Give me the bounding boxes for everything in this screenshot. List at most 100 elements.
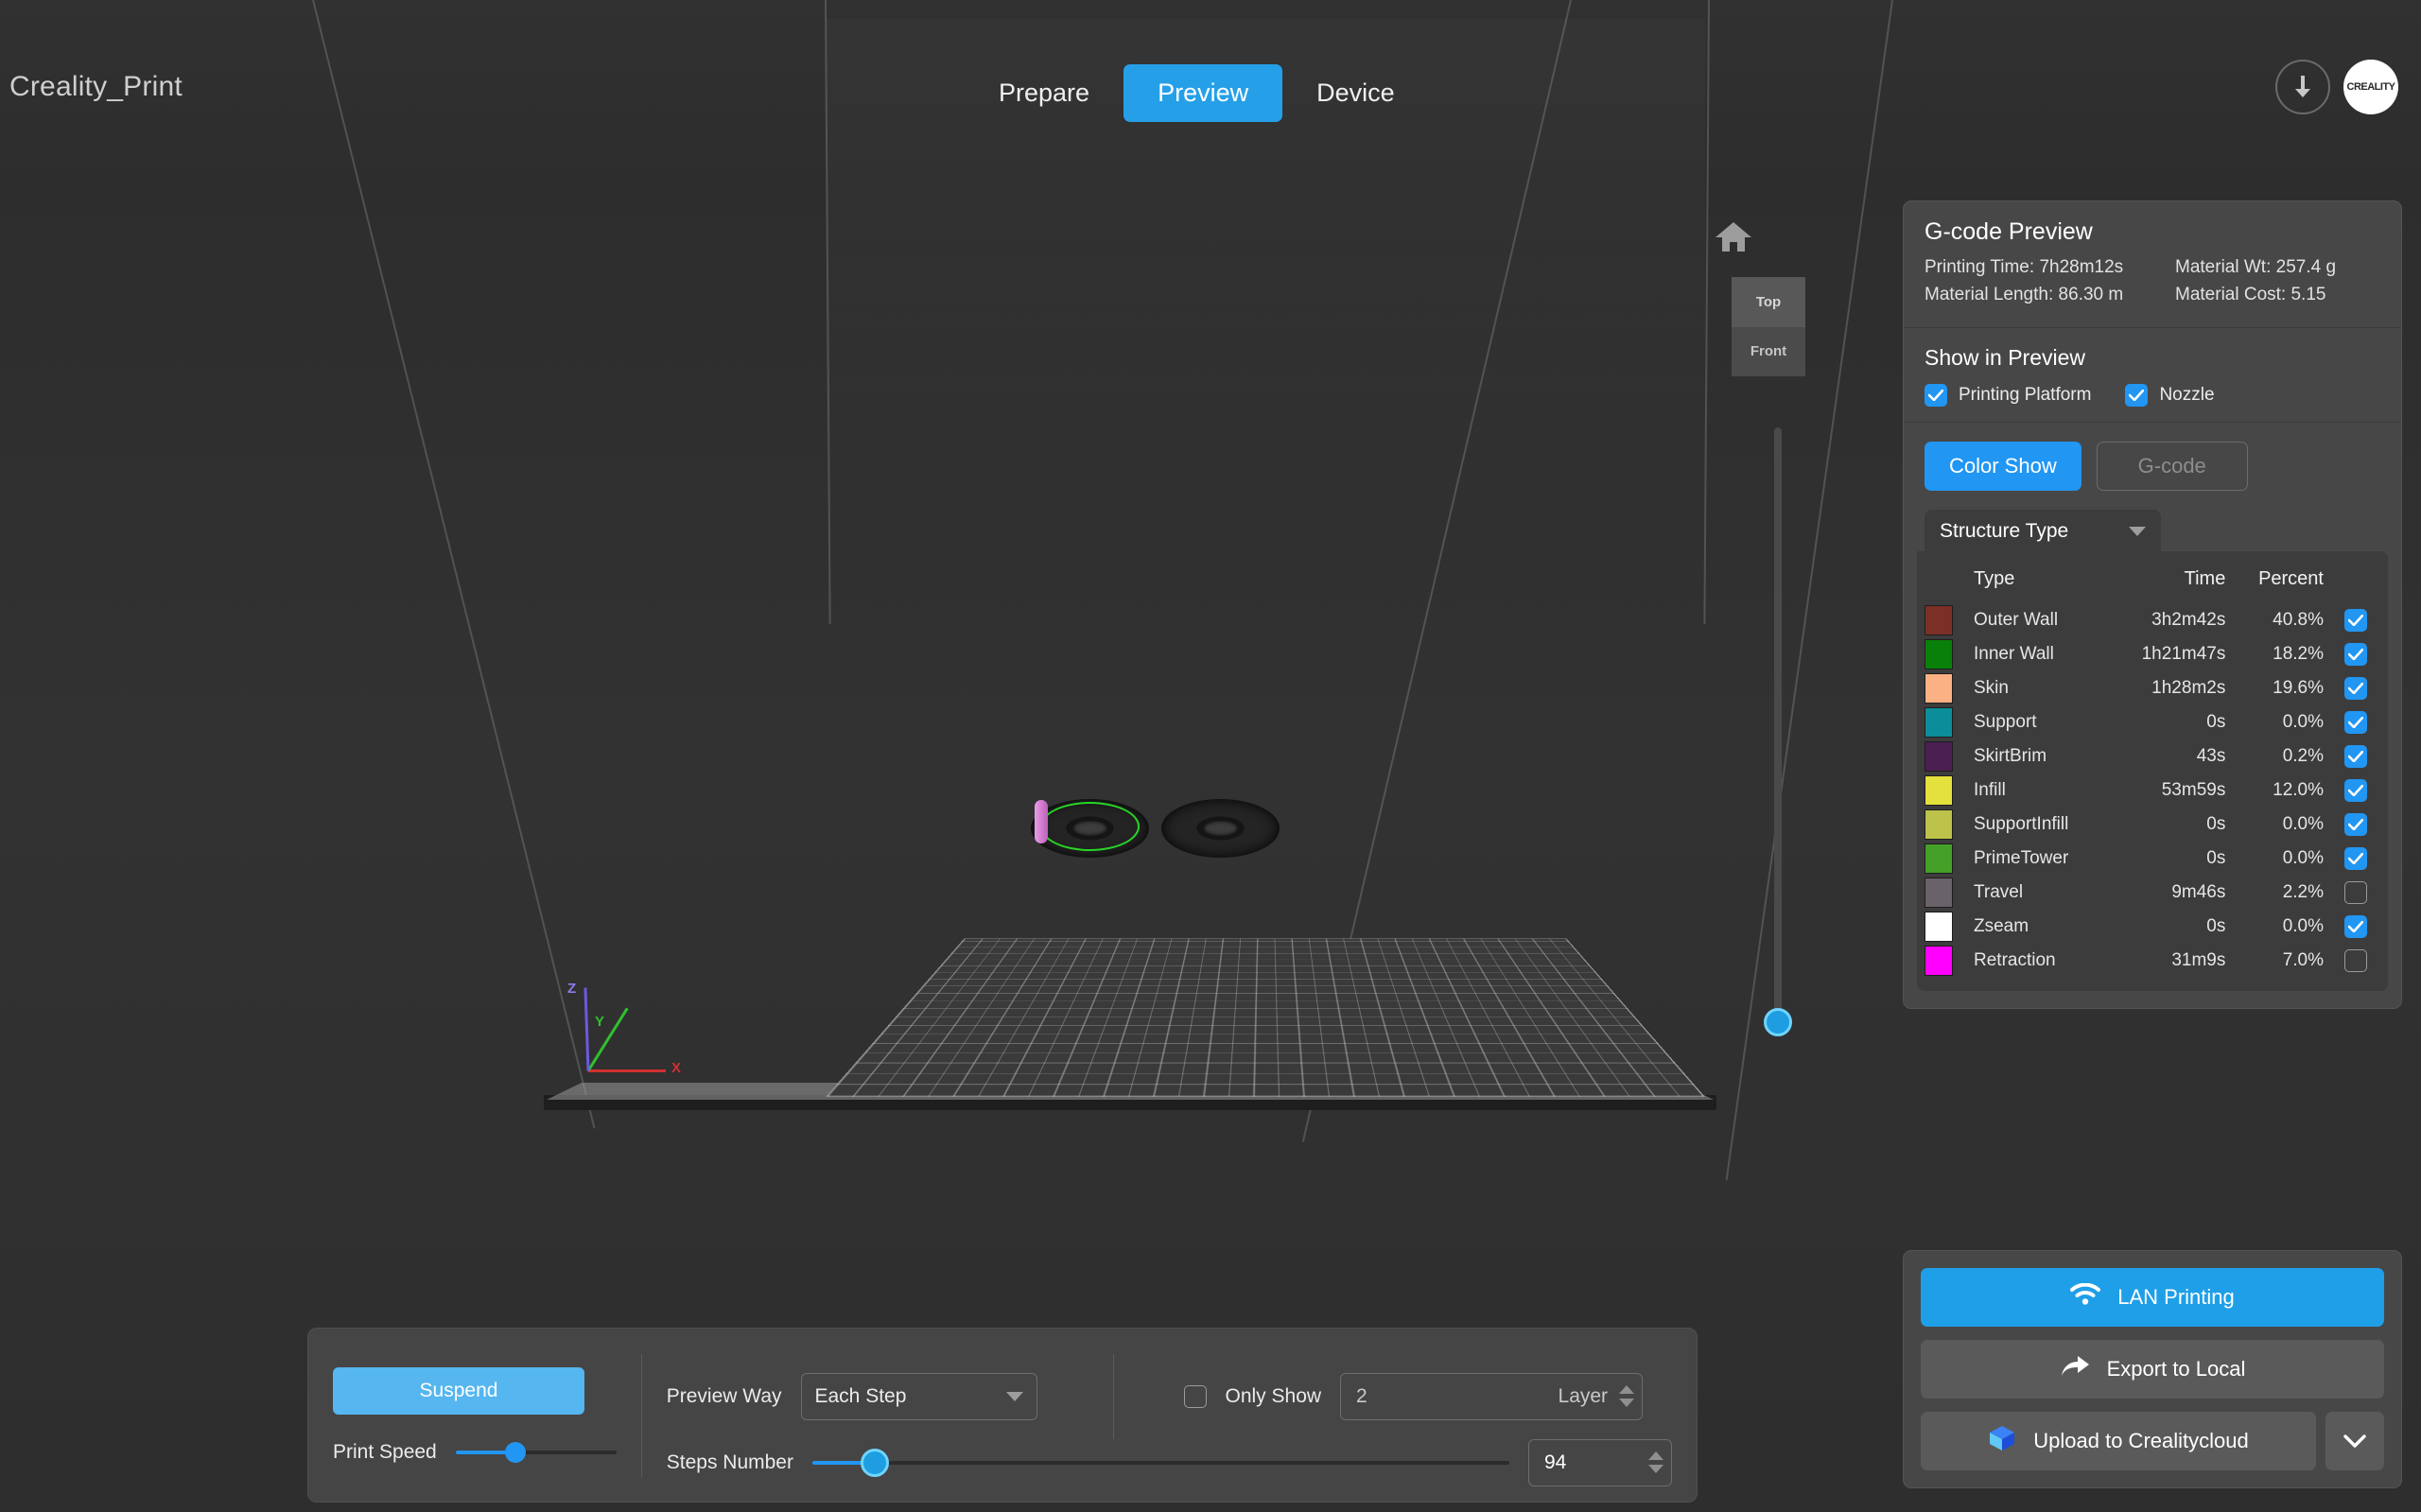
color-swatch xyxy=(1925,707,1953,738)
upload-dropdown-button[interactable] xyxy=(2325,1412,2384,1470)
gcode-preview-panel: G-code Preview Printing Time: 7h28m12s M… xyxy=(1903,200,2402,1009)
row-visibility-checkbox[interactable] xyxy=(2344,847,2367,870)
steps-spinner[interactable] xyxy=(1648,1451,1663,1473)
layer-unit-label: Layer xyxy=(1559,1385,1609,1408)
row-visibility-checkbox[interactable] xyxy=(2344,949,2367,972)
row-visibility-checkbox[interactable] xyxy=(2344,915,2367,938)
model-disc-right[interactable] xyxy=(1161,799,1280,858)
row-percent: 19.6% xyxy=(2231,671,2331,705)
suspend-button[interactable]: Suspend xyxy=(333,1367,584,1415)
steps-number-slider[interactable] xyxy=(812,1452,1509,1473)
print-speed-slider[interactable] xyxy=(456,1442,617,1463)
row-visibility-checkbox[interactable] xyxy=(2344,609,2367,632)
row-time: 3h2m42s xyxy=(2108,603,2231,637)
row-time: 0s xyxy=(2108,842,2231,876)
time-column-header: Time xyxy=(2108,561,2231,603)
spinner-up-icon[interactable] xyxy=(1648,1451,1663,1460)
row-visibility-checkbox[interactable] xyxy=(2344,813,2367,836)
divider xyxy=(1113,1354,1114,1439)
home-icon[interactable] xyxy=(1714,219,1753,260)
row-time: 1h28m2s xyxy=(2108,671,2231,705)
row-visibility-checkbox[interactable] xyxy=(2344,745,2367,768)
only-show-checkbox[interactable] xyxy=(1184,1385,1207,1408)
material-length-row: Material Length: 86.30 m Material Cost: … xyxy=(1925,285,2380,305)
spinner-up-icon[interactable] xyxy=(1619,1385,1634,1394)
axis-y-label: Y xyxy=(595,1014,604,1030)
nozzle-checkbox[interactable] xyxy=(2125,384,2148,407)
row-visibility-checkbox[interactable] xyxy=(2344,779,2367,802)
view-cube[interactable]: Top Front xyxy=(1732,277,1805,376)
table-row: Skin1h28m2s19.6% xyxy=(1925,671,2380,705)
row-time: 0s xyxy=(2108,808,2231,842)
chevron-down-icon xyxy=(2129,527,2146,536)
preview-way-row: Preview Way Each Step Only Show 2 Layer xyxy=(667,1354,1672,1439)
printing-time-value: 7h28m12s xyxy=(2039,257,2123,277)
axis-x xyxy=(588,1069,666,1072)
printing-platform-row: Printing Platform xyxy=(1925,384,2091,407)
structure-type-dropdown[interactable]: Structure Type xyxy=(1925,510,2161,553)
type-column-header: Type xyxy=(1962,561,2108,603)
lan-printing-button[interactable]: LAN Printing xyxy=(1921,1268,2384,1327)
table-row: Outer Wall3h2m42s40.8% xyxy=(1925,603,2380,637)
color-swatch xyxy=(1925,878,1953,908)
swatch-cell xyxy=(1925,910,1962,944)
viewcube-face-top[interactable]: Top xyxy=(1732,277,1805,327)
preview-way-select[interactable]: Each Step xyxy=(801,1373,1037,1420)
tab-device[interactable]: Device xyxy=(1282,64,1429,122)
tab-preview[interactable]: Preview xyxy=(1123,64,1282,122)
upload-to-crealitycloud-button[interactable]: Upload to Crealitycloud xyxy=(1921,1412,2316,1470)
build-plate-grid[interactable] xyxy=(826,939,1705,1097)
row-type: SupportInfill xyxy=(1962,808,2108,842)
swatch-cell xyxy=(1925,808,1962,842)
row-visibility-checkbox[interactable] xyxy=(2344,881,2367,904)
steps-number-value: 94 xyxy=(1544,1451,1566,1474)
viewcube-face-front[interactable]: Front xyxy=(1732,327,1805,377)
layer-slider-handle[interactable] xyxy=(1764,1008,1792,1036)
row-type: Skin xyxy=(1962,671,2108,705)
steps-number-handle[interactable] xyxy=(861,1449,889,1477)
spinner-down-icon[interactable] xyxy=(1648,1465,1663,1473)
row-percent: 40.8% xyxy=(2231,603,2331,637)
row-type: SkirtBrim xyxy=(1962,739,2108,773)
printing-time-label: Printing Time: xyxy=(1925,257,2034,277)
row-time: 0s xyxy=(2108,910,2231,944)
share-arrow-icon xyxy=(2060,1355,2090,1383)
printing-platform-checkbox[interactable] xyxy=(1925,384,1947,407)
spinner-down-icon[interactable] xyxy=(1619,1399,1634,1407)
row-type: Outer Wall xyxy=(1962,603,2108,637)
cube-icon xyxy=(1988,1424,2016,1458)
gcode-button[interactable]: G-code xyxy=(2097,442,2248,491)
steps-number-input[interactable]: 94 xyxy=(1528,1439,1672,1486)
row-time: 1h21m47s xyxy=(2108,637,2231,671)
row-visibility-checkbox[interactable] xyxy=(2344,711,2367,734)
avatar[interactable]: CREALITY xyxy=(2343,60,2398,114)
row-time: 53m59s xyxy=(2108,773,2231,808)
row-percent: 7.0% xyxy=(2231,944,2331,978)
model-disc-left[interactable] xyxy=(1031,799,1149,858)
gcode-panel-title: G-code Preview xyxy=(1925,218,2380,246)
app-title: Creality_Print xyxy=(9,71,183,103)
table-row: SkirtBrim43s0.2% xyxy=(1925,739,2380,773)
upload-split-button: Upload to Crealitycloud xyxy=(1921,1412,2384,1470)
download-arrow-icon[interactable] xyxy=(2275,60,2330,114)
row-visibility-cell xyxy=(2331,671,2380,705)
layer-number-input[interactable]: 2 Layer xyxy=(1340,1373,1643,1420)
swatch-cell xyxy=(1925,705,1962,739)
axis-z-label: Z xyxy=(567,981,576,997)
row-visibility-checkbox[interactable] xyxy=(2344,677,2367,700)
table-row: Retraction31m9s7.0% xyxy=(1925,944,2380,978)
actions-panel: LAN Printing Export to Local Upload xyxy=(1903,1250,2402,1488)
frame-line-far-right xyxy=(1726,0,1893,1180)
nozzle-label: Nozzle xyxy=(2159,385,2214,406)
layer-slider-vertical[interactable] xyxy=(1774,427,1782,1023)
print-speed-row: Print Speed xyxy=(333,1441,617,1464)
layer-spinner[interactable] xyxy=(1619,1385,1634,1407)
color-swatch xyxy=(1925,605,1953,635)
export-to-local-button[interactable]: Export to Local xyxy=(1921,1340,2384,1399)
print-speed-handle[interactable] xyxy=(505,1442,526,1463)
tab-prepare[interactable]: Prepare xyxy=(965,64,1123,122)
upload-to-crealitycloud-label: Upload to Crealitycloud xyxy=(2033,1429,2248,1453)
color-show-button[interactable]: Color Show xyxy=(1925,442,2081,491)
row-visibility-checkbox[interactable] xyxy=(2344,643,2367,666)
layer-number-value: 2 xyxy=(1356,1385,1367,1408)
